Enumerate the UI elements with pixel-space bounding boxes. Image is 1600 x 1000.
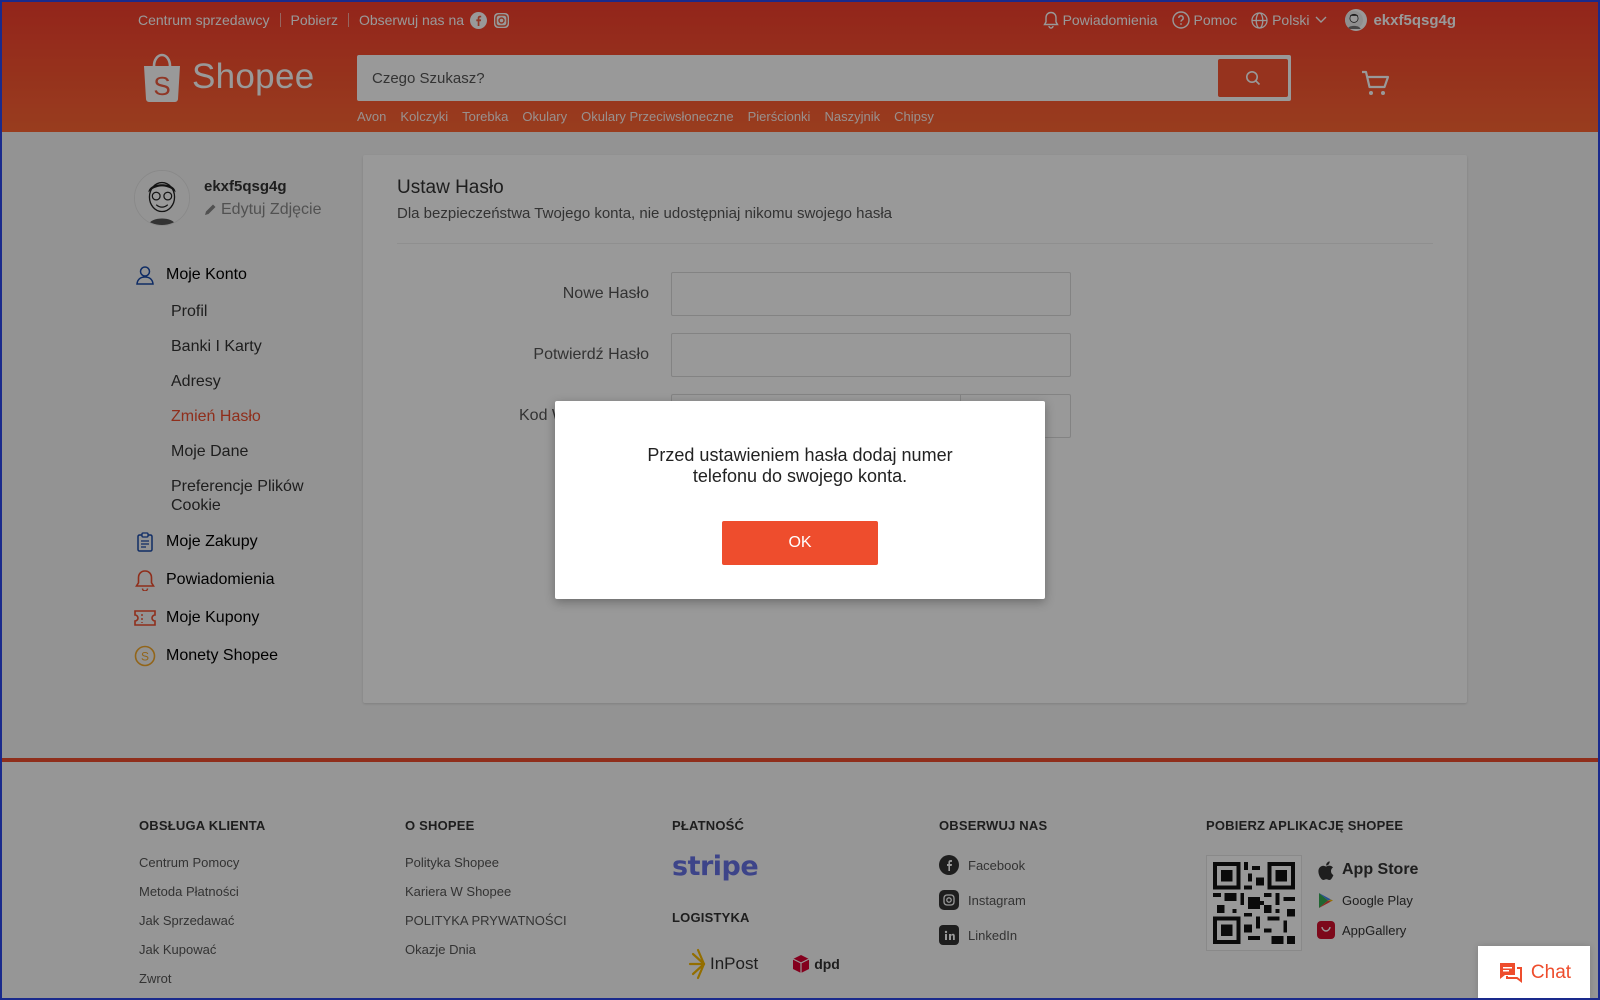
ok-button[interactable]: OK <box>722 521 878 565</box>
chat-button[interactable]: Chat <box>1478 946 1590 1000</box>
dialog-message: Przed ustawieniem hasła dodaj numer tele… <box>647 445 953 486</box>
chat-label: Chat <box>1530 962 1572 983</box>
chat-icon <box>1499 963 1522 983</box>
phone-required-dialog: Przed ustawieniem hasła dodaj numer tele… <box>555 401 1045 599</box>
